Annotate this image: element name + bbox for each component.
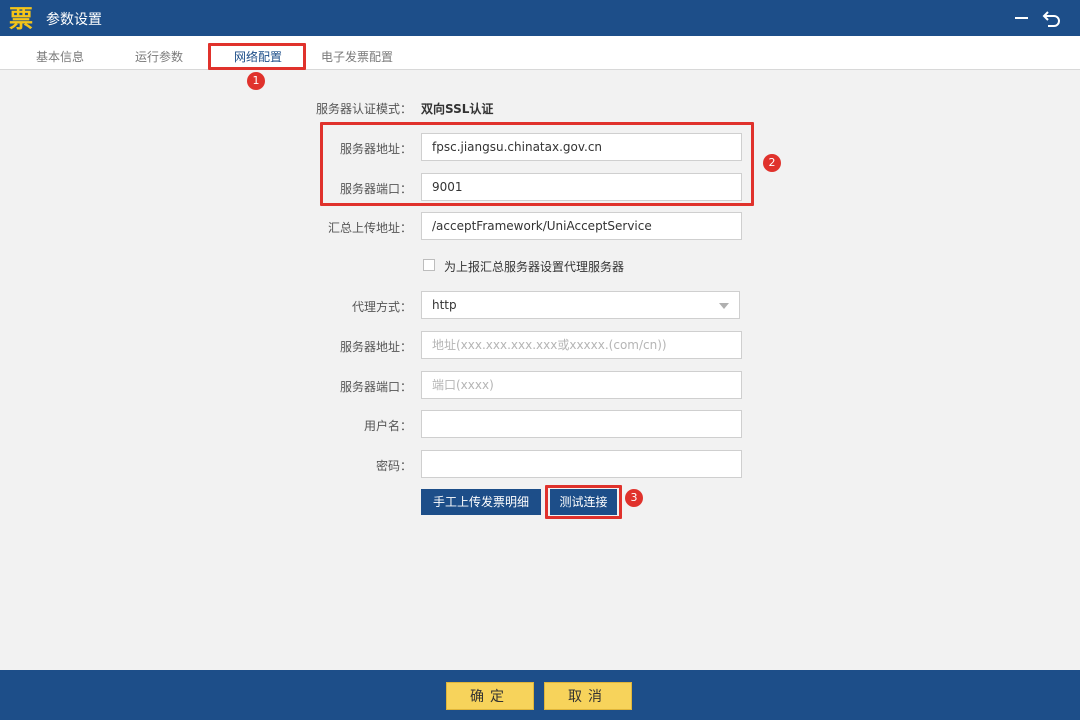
- annotation-box-1: [208, 43, 306, 70]
- manual-upload-button[interactable]: 手工上传发票明细: [421, 489, 541, 515]
- proxy-port-input[interactable]: 端口(xxxx): [421, 371, 742, 399]
- annotation-number-2: 2: [763, 154, 781, 172]
- app-logo: 票: [6, 5, 36, 33]
- tab-bar: 基本信息 运行参数 网络配置 电子发票配置: [0, 36, 1080, 70]
- proxy-address-input[interactable]: 地址(xxx.xxx.xxx.xxx或xxxxx.(com/cn)): [421, 331, 742, 359]
- annotation-box-2: [320, 122, 754, 206]
- password-label: 密码：: [375, 459, 412, 473]
- auth-mode-label: 服务器认证模式：: [315, 102, 412, 116]
- username-input[interactable]: [421, 410, 742, 438]
- upload-address-label: 汇总上传地址：: [327, 221, 412, 235]
- proxy-port-label: 服务器端口：: [339, 380, 412, 394]
- proxy-checkbox[interactable]: [423, 259, 435, 271]
- annotation-number-1: 1: [247, 72, 265, 90]
- chevron-down-icon: [719, 303, 729, 309]
- annotation-number-3: 3: [625, 489, 643, 507]
- minimize-icon[interactable]: [1015, 17, 1028, 19]
- proxy-method-value: http: [432, 298, 457, 312]
- tab-einvoice-config[interactable]: 电子发票配置: [321, 49, 393, 65]
- cancel-button[interactable]: 取消: [544, 682, 632, 710]
- ok-button[interactable]: 确定: [446, 682, 534, 710]
- proxy-method-label: 代理方式：: [351, 300, 412, 314]
- password-input[interactable]: [421, 450, 742, 478]
- proxy-method-select[interactable]: http: [421, 291, 740, 319]
- proxy-checkbox-label[interactable]: 为上报汇总服务器设置代理服务器: [444, 258, 624, 275]
- upload-address-input[interactable]: /acceptFramework/UniAcceptService: [421, 212, 742, 240]
- tab-basic-info[interactable]: 基本信息: [36, 49, 84, 65]
- undo-arrow-icon[interactable]: [1042, 8, 1062, 28]
- proxy-address-label: 服务器地址：: [339, 340, 412, 354]
- tab-run-params[interactable]: 运行参数: [135, 49, 183, 65]
- footer-bar: [0, 670, 1080, 720]
- title-bar: 票 参数设置: [0, 0, 1080, 36]
- auth-mode-value: 双向SSL认证: [421, 102, 494, 116]
- window-title: 参数设置: [46, 12, 102, 28]
- annotation-box-3: [545, 485, 622, 519]
- username-label: 用户名：: [363, 419, 412, 433]
